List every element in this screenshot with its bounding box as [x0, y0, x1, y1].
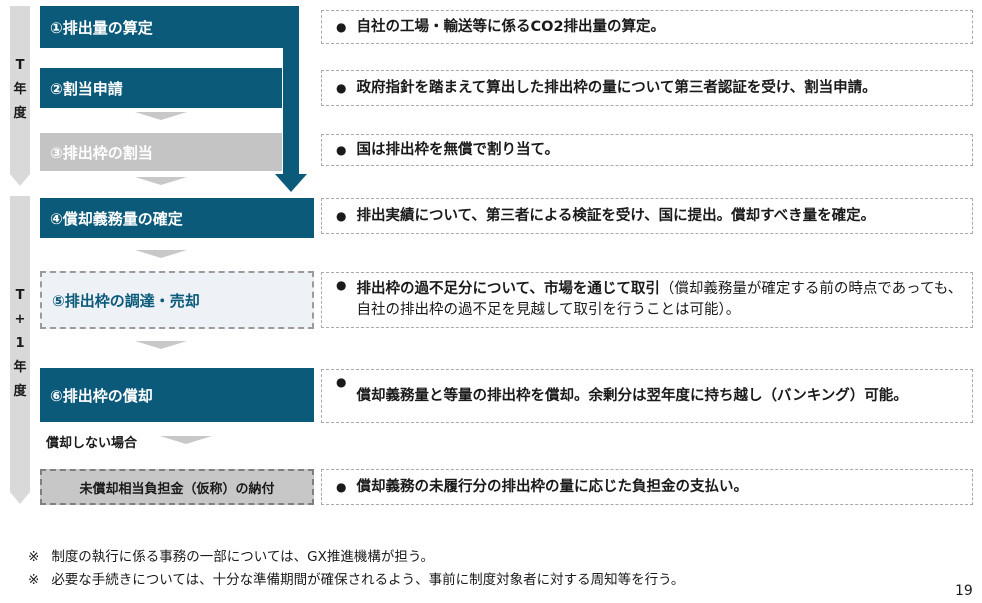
- step-allocation-application: ②割当申請: [40, 68, 282, 108]
- desc-allowance-trading: ● 排出枠の過不足分について、市場を通じて取引（償却義務量が確定する前の時点であ…: [321, 272, 973, 328]
- note-mark: ※: [28, 549, 40, 565]
- year-t1-char: +: [14, 312, 26, 327]
- footnote: ※ 制度の執行に係る事務の一部については、GX推進機構が担う。: [28, 545, 434, 565]
- step-label: ①排出量の算定: [50, 18, 153, 37]
- skip-case-label: 償却しない場合: [46, 436, 138, 451]
- flow-arrow-head: [275, 174, 307, 192]
- note-text: 必要な手続きについては、十分な準備期間が確保されるよう、事前に制度対象者に対する…: [51, 572, 685, 588]
- step-chevron: [135, 177, 187, 185]
- desc-text: 国は排出枠を無償で割り当て。: [356, 141, 560, 158]
- desc-penalty-payment: ● 償却義務の未履行分の排出枠の量に応じた負担金の支払い。: [321, 469, 973, 505]
- page-number: 19: [955, 583, 973, 599]
- bullet-icon: ●: [336, 278, 347, 292]
- step-label: ④償却義務量の確定: [50, 209, 183, 228]
- desc-allowance-surrender: ● 償却義務量と等量の排出枠を償却。余剰分は翌年度に持ち越し（バンキング）可能。: [321, 369, 973, 423]
- desc-emission-calculation: ● 自社の工場・輸送等に係るCO2排出量の算定。: [321, 10, 973, 44]
- year-t1-label: T + 1 年 度: [10, 284, 30, 404]
- bullet-icon: ●: [336, 479, 347, 494]
- skip-case-chevron: [160, 436, 212, 444]
- note-mark: ※: [28, 572, 40, 588]
- desc-allocation-application: ● 政府指針を踏まえて算出した排出枠の量について第三者認証を受け、割当申請。: [321, 70, 973, 106]
- note-text: 制度の執行に係る事務の一部については、GX推進機構が担う。: [51, 549, 435, 565]
- desc-text: 政府指針を踏まえて算出した排出枠の量について第三者認証を受け、割当申請。: [356, 79, 877, 96]
- step-label: 未償却相当負担金（仮称）の納付: [79, 481, 275, 497]
- desc-allowance-allocation: ● 国は排出枠を無償で割り当て。: [321, 134, 973, 166]
- bullet-icon: ●: [336, 142, 347, 157]
- step-chevron: [135, 341, 187, 349]
- year-t1-char: T: [15, 288, 25, 303]
- step-chevron: [135, 112, 187, 120]
- bullet-icon: ●: [336, 375, 347, 389]
- desc-text: 償却義務量と等量の排出枠を償却。余剰分は翌年度に持ち越し（バンキング）可能。: [356, 387, 908, 404]
- step-label: ⑤排出枠の調達・売却: [52, 291, 200, 310]
- desc-text: 排出実績について、第三者による検証を受け、国に提出。償却すべき量を確定。: [356, 207, 876, 224]
- step-label: ②割当申請: [50, 79, 123, 98]
- desc-text: 償却義務の未履行分の排出枠の量に応じた負担金の支払い。: [356, 478, 748, 495]
- year-t1-arrow-tip: [10, 492, 30, 504]
- step-label: ③排出枠の割当: [50, 143, 153, 162]
- bullet-icon: ●: [336, 19, 347, 34]
- bullet-icon: ●: [336, 208, 347, 223]
- bullet-icon: ●: [336, 80, 347, 95]
- year-t-char: T: [15, 58, 25, 73]
- step-allowance-allocation: ③排出枠の割当: [40, 133, 282, 171]
- year-t-char: 年: [13, 82, 27, 97]
- footnote: ※ 必要な手続きについては、十分な準備期間が確保されるよう、事前に制度対象者に対す…: [28, 568, 684, 588]
- step-emission-calculation: ①排出量の算定: [40, 6, 298, 48]
- desc-text: 自社の工場・輸送等に係るCO2排出量の算定。: [356, 18, 666, 35]
- step-allowance-trading: ⑤排出枠の調達・売却: [40, 271, 314, 329]
- step-penalty-payment: 未償却相当負担金（仮称）の納付: [40, 469, 314, 505]
- year-t-arrow-tip: [10, 174, 30, 186]
- year-t-char: 度: [13, 106, 27, 121]
- year-t1-char: 度: [13, 384, 27, 399]
- step-allowance-surrender: ⑥排出枠の償却: [40, 368, 314, 422]
- year-t1-char: 年: [13, 360, 27, 375]
- step-label: ⑥排出枠の償却: [50, 386, 153, 405]
- year-t-label: T 年 度: [10, 54, 30, 126]
- desc-text: 排出枠の過不足分について、市場を通じて取引: [356, 281, 660, 297]
- desc-obligation-confirmation: ● 排出実績について、第三者による検証を受け、国に提出。償却すべき量を確定。: [321, 198, 973, 234]
- step-obligation-confirmation: ④償却義務量の確定: [40, 198, 314, 238]
- step-chevron: [135, 250, 187, 258]
- year-t1-char: 1: [15, 336, 25, 351]
